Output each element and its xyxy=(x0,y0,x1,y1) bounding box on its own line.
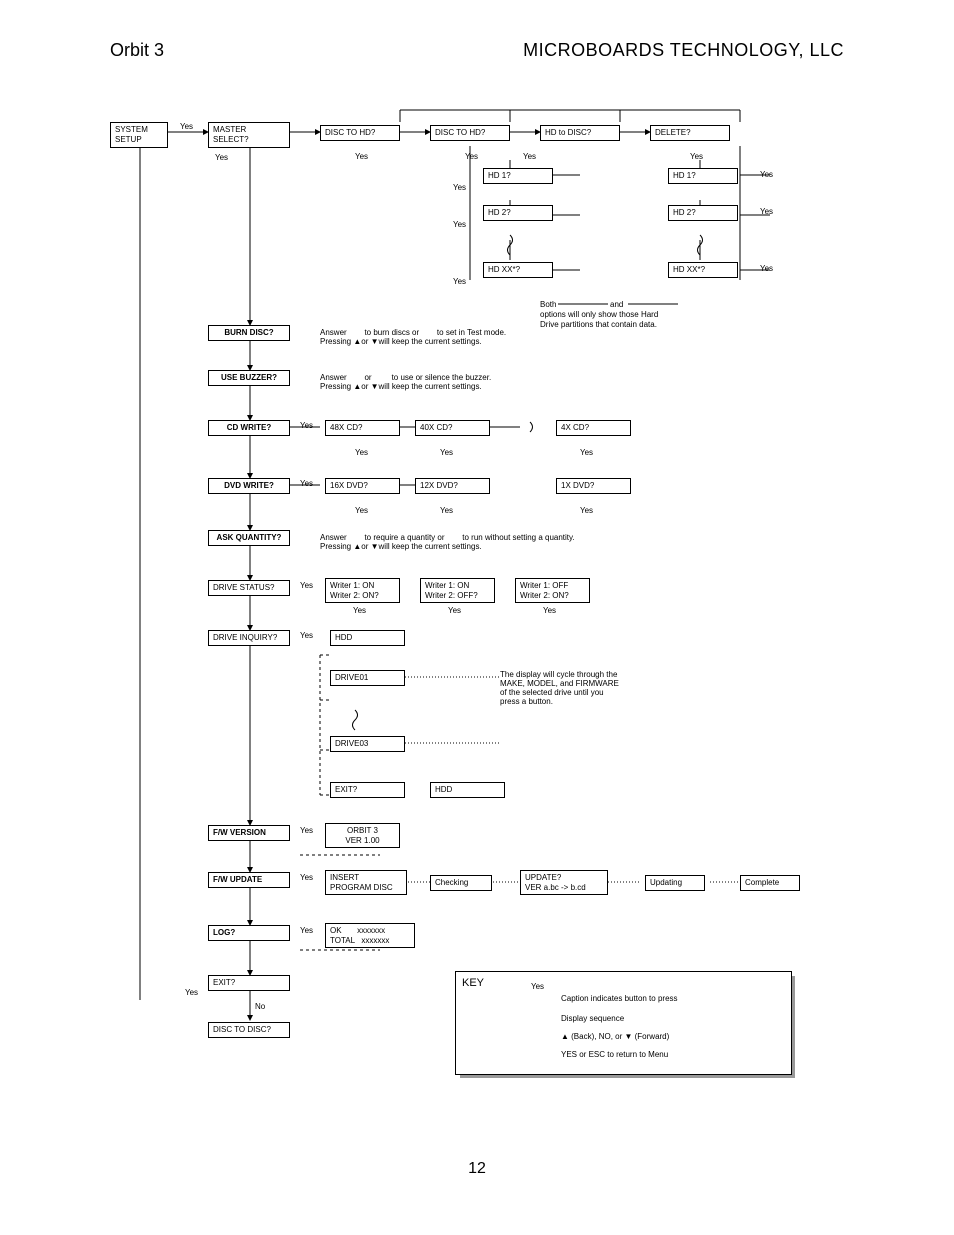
no-lbl: No xyxy=(255,1002,265,1011)
node-burn-disc: BURN DISC? xyxy=(208,325,290,341)
node-fwu-a: INSERT PROGRAM DISC xyxy=(325,870,407,895)
node-log: LOG? xyxy=(208,925,290,941)
drive-inquiry-note: The display will cycle through the MAKE,… xyxy=(500,670,619,706)
node-hdxx-b: HD XX*? xyxy=(668,262,738,278)
node-hdxx-a: HD XX*? xyxy=(483,262,553,278)
use-buzzer-text: Answer or to use or silence the buzzer. … xyxy=(320,373,491,391)
node-dvd-1x: 1X DVD? xyxy=(556,478,631,494)
node-hd2-b: HD 2? xyxy=(668,205,738,221)
key-display-seq: Display sequence xyxy=(561,1014,624,1023)
yes-lbl: Yes xyxy=(185,988,198,997)
yes-lbl: Yes xyxy=(180,122,193,131)
node-cd-write: CD WRITE? xyxy=(208,420,290,436)
yes-lbl: Yes xyxy=(580,506,593,515)
node-disc-to-hd-1: DISC TO HD? xyxy=(320,125,400,141)
hd-note-2: options will only show those Hard xyxy=(540,310,658,319)
node-master-select: MASTER SELECT? xyxy=(208,122,290,148)
node-ds-a: Writer 1: ON Writer 2: ON? xyxy=(325,578,400,603)
node-system-setup: SYSTEM SETUP xyxy=(110,122,168,148)
yes-lbl: Yes xyxy=(453,220,466,229)
yes-lbl: Yes xyxy=(353,606,366,615)
yes-lbl: Yes xyxy=(300,581,313,590)
node-hd1-a: HD 1? xyxy=(483,168,553,184)
yes-lbl: Yes xyxy=(453,277,466,286)
yes-lbl: Yes xyxy=(453,183,466,192)
hd-note-3: Drive partitions that contain data. xyxy=(540,320,657,329)
yes-lbl: Yes xyxy=(523,152,536,161)
node-cd-48x: 48X CD? xyxy=(325,420,400,436)
node-use-buzzer: USE BUZZER? xyxy=(208,370,290,386)
yes-lbl: Yes xyxy=(300,926,313,935)
node-log-val: OK xxxxxxx TOTAL xxxxxxx xyxy=(325,923,415,948)
node-drive-status: DRIVE STATUS? xyxy=(208,580,290,596)
yes-lbl: Yes xyxy=(448,606,461,615)
node-hd2-a: HD 2? xyxy=(483,205,553,221)
node-exit: EXIT? xyxy=(208,975,290,991)
node-cd-40x: 40X CD? xyxy=(415,420,490,436)
key-yes-sample: Yes xyxy=(531,982,544,991)
yes-lbl: Yes xyxy=(300,479,313,488)
node-ask-quantity: ASK QUANTITY? xyxy=(208,530,290,546)
ask-quantity-text: Answer to require a quantity or to run w… xyxy=(320,533,575,551)
node-dvd-12x: 12X DVD? xyxy=(415,478,490,494)
node-fwu-e: Complete xyxy=(740,875,800,891)
yes-lbl: Yes xyxy=(440,448,453,457)
yes-lbl: Yes xyxy=(215,153,228,162)
node-di-hdd2: HDD xyxy=(430,782,505,798)
page: Orbit 3 MICROBOARDS TECHNOLOGY, LLC 12 xyxy=(0,0,954,1235)
yes-lbl: Yes xyxy=(543,606,556,615)
node-drive-inquiry: DRIVE INQUIRY? xyxy=(208,630,290,646)
node-fw-update: F/W UPDATE xyxy=(208,872,290,888)
hd-note-and: and xyxy=(610,300,623,309)
node-delete: DELETE? xyxy=(650,125,730,141)
hd-note-both: Both xyxy=(540,300,556,309)
node-hd-to-disc: HD to DISC? xyxy=(540,125,620,141)
yes-lbl: Yes xyxy=(760,264,773,273)
yes-lbl: Yes xyxy=(760,170,773,179)
key-yes-esc: YES or ESC to return to Menu xyxy=(561,1050,668,1059)
burn-disc-text: Answer to burn discs or to set in Test m… xyxy=(320,328,506,346)
node-dvd-16x: 16X DVD? xyxy=(325,478,400,494)
node-ds-c: Writer 1: OFF Writer 2: ON? xyxy=(515,578,590,603)
yes-lbl: Yes xyxy=(355,152,368,161)
key-back-fwd: ▲ (Back), NO, or ▼ (Forward) xyxy=(561,1032,669,1041)
yes-lbl: Yes xyxy=(440,506,453,515)
yes-lbl: Yes xyxy=(580,448,593,457)
node-di-hdd: HDD xyxy=(330,630,405,646)
yes-lbl: Yes xyxy=(355,506,368,515)
yes-lbl: Yes xyxy=(300,826,313,835)
node-ds-b: Writer 1: ON Writer 2: OFF? xyxy=(420,578,495,603)
key-caption: Caption indicates button to press xyxy=(561,994,678,1003)
yes-lbl: Yes xyxy=(300,421,313,430)
yes-lbl: Yes xyxy=(465,152,478,161)
key-panel: KEY Yes Caption indicates button to pres… xyxy=(455,971,792,1075)
yes-lbl: Yes xyxy=(300,631,313,640)
node-di-exit: EXIT? xyxy=(330,782,405,798)
yes-lbl: Yes xyxy=(690,152,703,161)
node-fwu-b: Checking xyxy=(430,875,492,891)
node-disc-to-disc: DISC TO DISC? xyxy=(208,1022,290,1038)
node-di-d03: DRIVE03 xyxy=(330,736,405,752)
node-cd-4x: 4X CD? xyxy=(556,420,631,436)
yes-lbl: Yes xyxy=(300,873,313,882)
node-di-d01: DRIVE01 xyxy=(330,670,405,686)
node-dvd-write: DVD WRITE? xyxy=(208,478,290,494)
yes-lbl: Yes xyxy=(760,207,773,216)
node-hd1-b: HD 1? xyxy=(668,168,738,184)
key-title: KEY xyxy=(462,977,484,989)
yes-lbl: Yes xyxy=(355,448,368,457)
node-fw-version: F/W VERSION xyxy=(208,825,290,841)
node-fwu-c: UPDATE? VER a.bc -> b.cd xyxy=(520,870,608,895)
node-disc-to-hd-2: DISC TO HD? xyxy=(430,125,510,141)
node-fwu-d: Updating xyxy=(645,875,705,891)
node-fw-version-val: ORBIT 3 VER 1.00 xyxy=(325,823,400,848)
